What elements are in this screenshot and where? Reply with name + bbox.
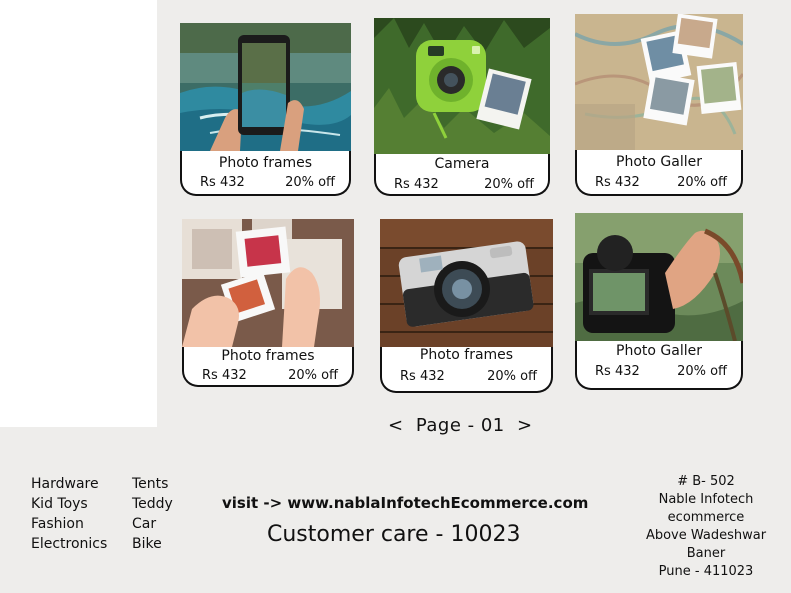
footer-link-fashion[interactable]: Fashion <box>31 514 107 534</box>
prev-page-button[interactable]: < <box>388 415 404 436</box>
product-info: Photo frames Rs 432 20% off <box>182 347 354 387</box>
product-card[interactable]: Photo frames Rs 432 20% off <box>380 219 553 393</box>
address-line: Baner <box>686 546 726 561</box>
footer-link-kid-toys[interactable]: Kid Toys <box>31 494 107 514</box>
product-info: Photo frames Rs 432 20% off <box>380 347 553 393</box>
product-info: Photo Galler Rs 432 20% off <box>575 150 743 196</box>
product-price: Rs 432 <box>200 175 245 190</box>
product-price: Rs 432 <box>595 364 640 379</box>
product-discount: 20% off <box>677 364 727 379</box>
product-image-hand-holding-dslr[interactable] <box>575 213 743 341</box>
product-title: Photo Galler <box>616 343 702 359</box>
footer-link-tents[interactable]: Tents <box>132 474 173 494</box>
address-line: Pune - 411023 <box>658 564 754 579</box>
product-price: Rs 432 <box>202 368 247 383</box>
product-card[interactable]: Photo frames Rs 432 20% off <box>180 23 351 196</box>
address-line: # B- 502 <box>677 474 735 489</box>
footer-link-bike[interactable]: Bike <box>132 534 173 554</box>
pagination: < Page - 01 > <box>388 415 533 436</box>
address-line: ecommerce <box>667 510 745 525</box>
product-card[interactable]: Camera Rs 432 20% off <box>374 18 550 196</box>
address-line: Above Wadeshwar <box>645 528 767 543</box>
product-image-retro-camera-on-wood[interactable] <box>380 219 553 347</box>
product-title: Camera <box>434 156 490 172</box>
product-discount: 20% off <box>285 175 335 190</box>
product-discount: 20% off <box>484 177 534 192</box>
footer-link-electronics[interactable]: Electronics <box>31 534 107 554</box>
product-card[interactable]: Photo frames Rs 432 20% off <box>182 219 354 387</box>
product-image-hand-phone-river[interactable] <box>180 23 351 151</box>
company-address: # B- 502 Nable Infotech ecommerce Above … <box>638 473 774 581</box>
website-link[interactable]: visit -> www.nablaInfotechEcommerce.com <box>222 494 588 512</box>
product-card[interactable]: Photo Galler Rs 432 20% off <box>575 14 743 196</box>
product-card[interactable]: Photo Galler Rs 432 20% off <box>575 213 743 390</box>
product-info: Photo frames Rs 432 20% off <box>180 151 351 196</box>
next-page-button[interactable]: > <box>517 415 533 436</box>
footer-categories-left: Hardware Kid Toys Fashion Electronics <box>31 474 107 554</box>
product-title: Photo Galler <box>616 154 702 170</box>
customer-care: Customer care - 10023 <box>267 522 521 547</box>
product-discount: 20% off <box>487 369 537 384</box>
footer-link-car[interactable]: Car <box>132 514 173 534</box>
product-discount: 20% off <box>288 368 338 383</box>
footer-link-teddy[interactable]: Teddy <box>132 494 173 514</box>
product-title: Photo frames <box>419 347 514 363</box>
product-image-polaroids-on-map[interactable] <box>575 14 743 150</box>
product-price: Rs 432 <box>400 369 445 384</box>
product-title: Photo frames <box>218 155 313 171</box>
page-label: Page - 01 <box>415 415 505 436</box>
product-info: Photo Galler Rs 432 20% off <box>575 341 743 390</box>
product-price: Rs 432 <box>394 177 439 192</box>
left-blank-panel <box>0 0 157 427</box>
product-image-green-instant-camera[interactable] <box>374 18 550 154</box>
product-price: Rs 432 <box>595 175 640 190</box>
footer-link-hardware[interactable]: Hardware <box>31 474 107 494</box>
product-title: Photo frames <box>221 348 315 364</box>
address-line: Nable Infotech <box>658 492 754 507</box>
product-discount: 20% off <box>677 175 727 190</box>
footer-categories-right: Tents Teddy Car Bike <box>132 474 173 554</box>
product-info: Camera Rs 432 20% off <box>374 154 550 196</box>
product-image-hands-holding-slides[interactable] <box>182 219 354 347</box>
